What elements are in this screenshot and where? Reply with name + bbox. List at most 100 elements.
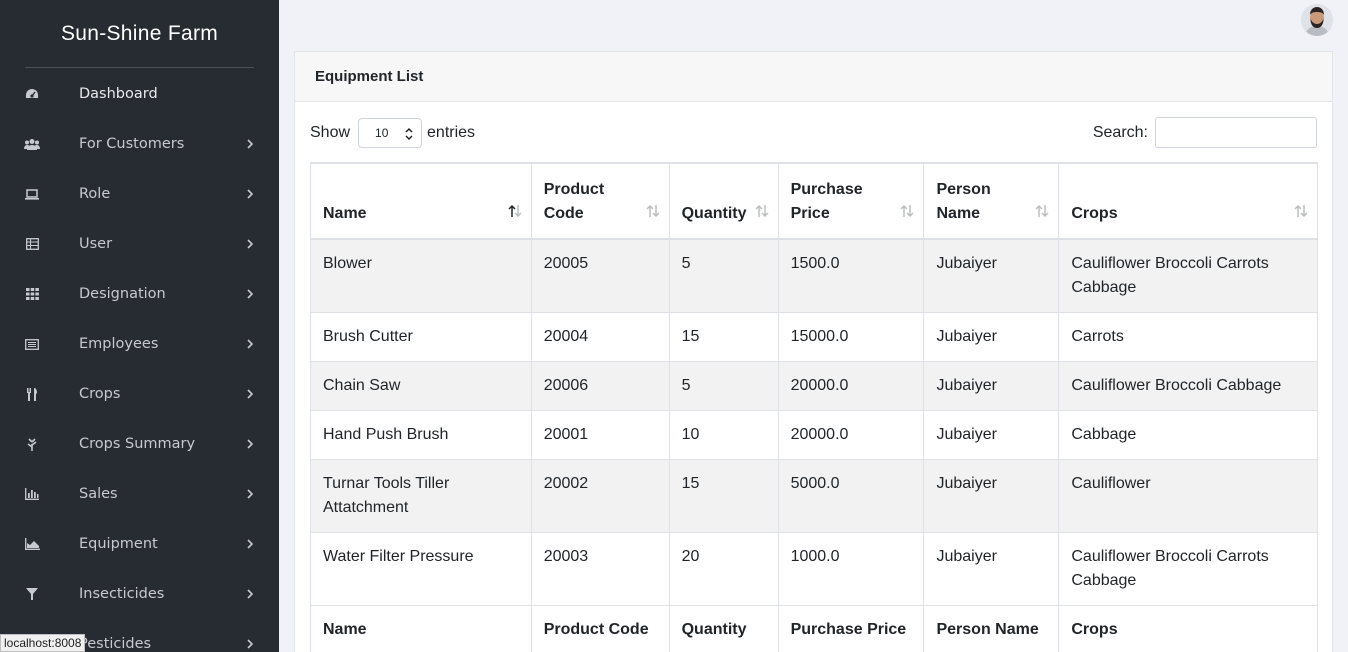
cell-product-code: 20003 [530,532,670,606]
column-header-quantity[interactable]: Quantity [668,162,779,240]
area-chart-icon [24,537,40,551]
sidebar-menu: Dashboard For Customers Role User Design… [0,69,279,652]
sort-icon [1035,204,1049,218]
sidebar-item-equipment[interactable]: Equipment [0,519,279,569]
select-caret-icon [405,127,413,141]
status-bar-url: localhost:8008 [0,634,86,652]
cell-person-name: Jubaiyer [923,238,1060,313]
cell-product-code: 20006 [530,361,670,411]
cell-crops: Cauliflower Broccoli Carrots Cabbage [1058,532,1318,606]
sidebar-item-user[interactable]: User [0,219,279,269]
column-header-crops[interactable]: Crops [1058,162,1318,240]
chevron-right-icon [247,189,254,199]
sidebar-item-label: Dashboard [79,86,158,102]
chevron-right-icon [247,589,254,599]
cell-product-code: 20005 [530,238,670,313]
sidebar-item-label: Role [79,186,111,202]
sidebar-item-for-customers[interactable]: For Customers [0,119,279,169]
cell-product-code: 20002 [530,459,670,533]
cell-crops: Cauliflower [1058,459,1318,533]
avatar-image [1301,4,1333,36]
table-controls: Show 10 entries Search: [310,116,1317,148]
cell-quantity: 5 [668,361,779,411]
chevron-right-icon [247,489,254,499]
sidebar-item-label: Employees [79,336,159,352]
id-card-icon [24,337,40,351]
cell-purchase-price: 20000.0 [777,361,925,411]
table-icon [24,237,40,251]
footer-quantity: Quantity [668,605,779,652]
footer-purchase-price: Purchase Price [777,605,925,652]
sidebar-item-role[interactable]: Role [0,169,279,219]
sidebar-item-label: Equipment [79,536,158,552]
column-header-person-name[interactable]: Person Name [923,162,1060,240]
grid-icon [24,287,40,301]
search-control: Search: [1093,117,1317,148]
cell-name: Blower [310,238,532,313]
search-input[interactable] [1155,117,1317,148]
cell-person-name: Jubaiyer [923,312,1060,362]
show-label: Show [310,124,351,141]
cell-quantity: 10 [668,410,779,460]
sidebar-item-label: Crops [79,386,121,402]
cell-quantity: 5 [668,238,779,313]
sort-icon [900,204,915,218]
cell-crops: Cauliflower Broccoli Carrots Cabbage [1058,238,1318,313]
cell-product-code: 20001 [530,410,670,460]
table-footer-row: Name Product Code Quantity Purchase Pric… [310,605,1318,652]
cell-person-name: Jubaiyer [923,459,1060,533]
chevron-right-icon [247,339,254,349]
sort-icon [646,204,660,218]
sidebar-item-label: Insecticides [79,586,165,602]
sidebar-item-label: Sales [79,486,118,502]
page-length-control: Show 10 entries [310,118,475,148]
table-row: Brush Cutter 20004 15 15000.0 Jubaiyer C… [310,312,1318,362]
dashboard-icon [24,87,40,101]
sidebar-item-employees[interactable]: Employees [0,319,279,369]
sidebar-item-crops[interactable]: Crops [0,369,279,419]
column-header-purchase-price[interactable]: Purchase Price [777,162,925,240]
footer-product-code: Product Code [530,605,670,652]
cell-name: Chain Saw [310,361,532,411]
table-row: Chain Saw 20006 5 20000.0 Jubaiyer Cauli… [310,361,1318,411]
cell-name: Hand Push Brush [310,410,532,460]
cell-quantity: 20 [668,532,779,606]
sidebar-item-dashboard[interactable]: Dashboard [0,69,279,119]
search-label: Search: [1092,123,1148,141]
cell-purchase-price: 5000.0 [777,459,925,533]
footer-name: Name [310,605,532,652]
chevron-right-icon [247,439,254,449]
sidebar-item-label: Pesticides [79,636,152,652]
cell-person-name: Jubaiyer [923,410,1060,460]
bar-chart-icon [24,487,40,501]
sort-icon [755,204,769,218]
cell-purchase-price: 1500.0 [777,238,925,313]
brand-title[interactable]: Sun-Shine Farm [0,0,279,68]
sidebar-item-crops-summary[interactable]: Crops Summary [0,419,279,469]
sidebar-item-sales[interactable]: Sales [0,469,279,519]
sidebar-item-label: For Customers [79,136,185,152]
sidebar-item-insecticides[interactable]: Insecticides [0,569,279,619]
cell-name: Brush Cutter [310,312,532,362]
sidebar-item-designation[interactable]: Designation [0,269,279,319]
user-avatar[interactable] [1301,4,1333,36]
column-header-product-code[interactable]: Product Code [530,162,670,240]
column-header-name[interactable]: Name [310,162,532,240]
cell-crops: Cauliflower Broccoli Cabbage [1058,361,1318,411]
table-header-row: Name Product Code Quantity Purchase Pric… [310,162,1318,240]
sidebar-item-label: User [79,236,113,252]
cell-crops: Cabbage [1058,410,1318,460]
sidebar: Sun-Shine Farm Dashboard For Customers R… [0,0,279,652]
page-length-value: 10 [375,126,389,140]
table-row: Blower 20005 5 1500.0 Jubaiyer Cauliflow… [310,238,1318,313]
page-length-select[interactable]: 10 [358,118,423,148]
chevron-right-icon [247,289,254,299]
table-row: Hand Push Brush 20001 10 20000.0 Jubaiye… [310,410,1318,460]
chevron-right-icon [247,239,254,249]
cell-person-name: Jubaiyer [923,361,1060,411]
cell-quantity: 15 [668,459,779,533]
laptop-icon [24,187,40,201]
filter-icon [24,587,40,601]
equipment-table: Name Product Code Quantity Purchase Pric… [310,162,1318,652]
cell-purchase-price: 1000.0 [777,532,925,606]
